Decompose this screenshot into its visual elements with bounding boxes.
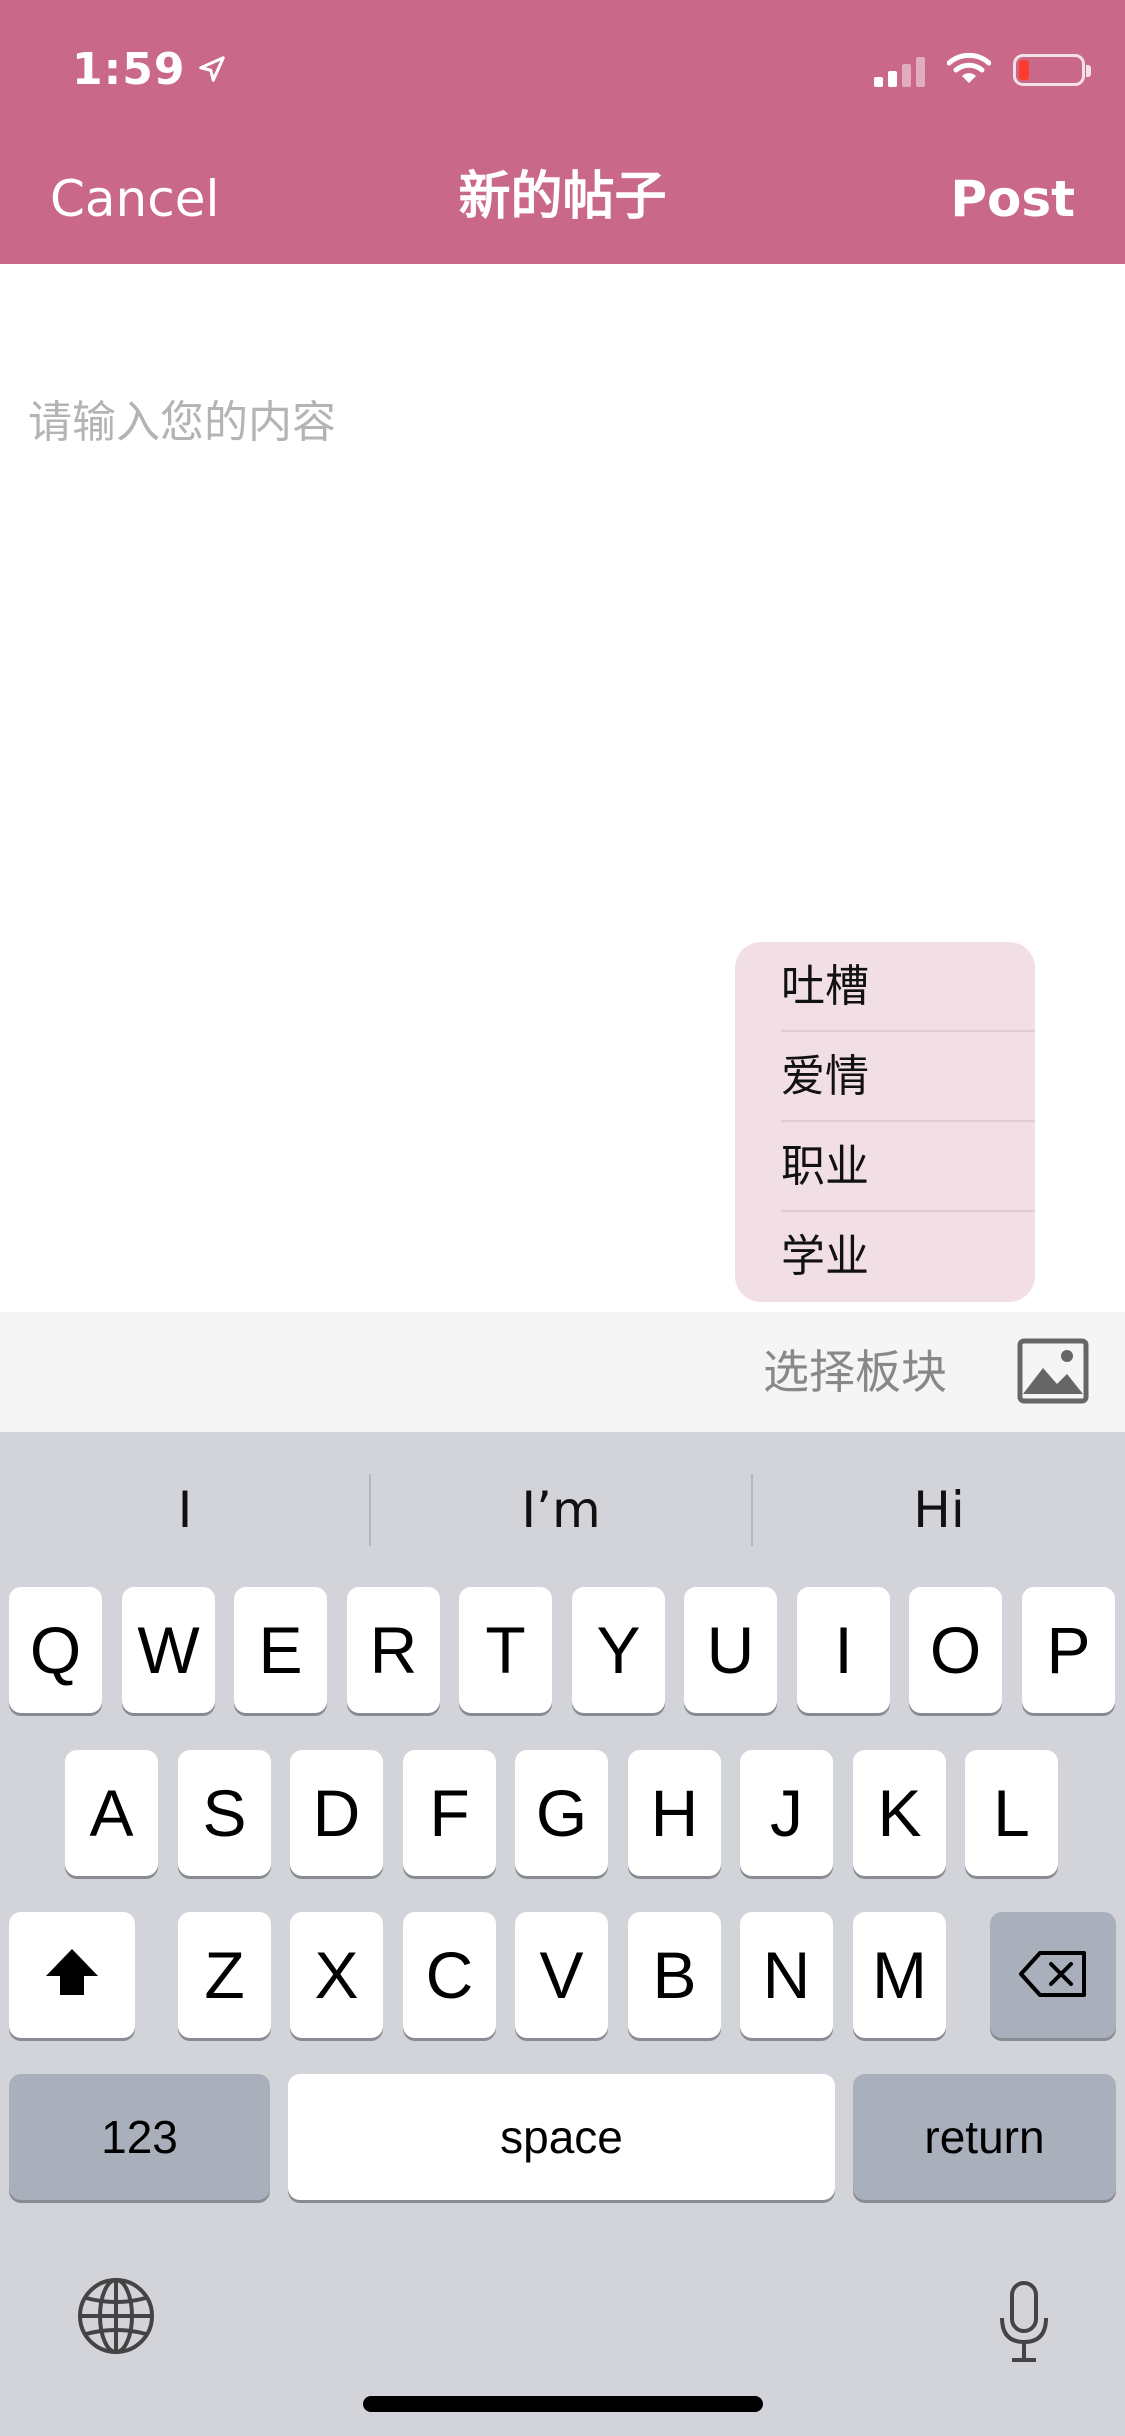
backspace-icon: [1018, 1937, 1088, 2013]
image-icon[interactable]: [1017, 1338, 1089, 1404]
location-arrow-icon: [197, 40, 227, 100]
key-o[interactable]: O: [909, 1587, 1002, 1713]
menu-item-career[interactable]: 职业: [781, 1122, 1035, 1212]
key-p[interactable]: P: [1022, 1587, 1115, 1713]
backspace-key[interactable]: [990, 1912, 1116, 2038]
key-x[interactable]: X: [290, 1912, 383, 2038]
suggestion-bar: I I’m Hi: [0, 1432, 1125, 1588]
key-r[interactable]: R: [347, 1587, 440, 1713]
editor-toolbar: 选择板块: [0, 1312, 1125, 1432]
key-a[interactable]: A: [65, 1750, 158, 1876]
menu-item-love[interactable]: 爱情: [781, 1032, 1035, 1122]
content-input[interactable]: [28, 382, 1088, 462]
key-d[interactable]: D: [290, 1750, 383, 1876]
shift-icon: [43, 1937, 101, 2013]
key-i[interactable]: I: [797, 1587, 890, 1713]
numbers-key[interactable]: 123: [9, 2074, 270, 2200]
key-z[interactable]: Z: [178, 1912, 271, 2038]
suggestion-2[interactable]: I’m: [371, 1432, 751, 1588]
battery-level: [1019, 60, 1029, 80]
cellular-signal-icon: [874, 53, 925, 87]
key-s[interactable]: S: [178, 1750, 271, 1876]
nav-header: 1:59 Cancel 新的帖子 Post: [0, 0, 1125, 264]
suggestion-1[interactable]: I: [0, 1432, 370, 1588]
microphone-icon[interactable]: [996, 2280, 1052, 2364]
status-time: 1:59: [72, 40, 227, 100]
space-key[interactable]: space: [288, 2074, 835, 2200]
key-b[interactable]: B: [628, 1912, 721, 2038]
key-v[interactable]: V: [515, 1912, 608, 2038]
key-u[interactable]: U: [684, 1587, 777, 1713]
post-button[interactable]: Post: [950, 164, 1075, 234]
section-dropdown-menu: 吐槽 爱情 职业 学业: [735, 942, 1035, 1302]
key-l[interactable]: L: [965, 1750, 1058, 1876]
menu-item-tucao[interactable]: 吐槽: [781, 942, 1035, 1032]
key-e[interactable]: E: [234, 1587, 327, 1713]
battery-low-icon: [1013, 54, 1091, 86]
status-icons: [874, 48, 1091, 92]
key-w[interactable]: W: [122, 1587, 215, 1713]
key-t[interactable]: T: [459, 1587, 552, 1713]
shift-key[interactable]: [9, 1912, 135, 2038]
return-key[interactable]: return: [853, 2074, 1116, 2200]
key-c[interactable]: C: [403, 1912, 496, 2038]
key-h[interactable]: H: [628, 1750, 721, 1876]
key-k[interactable]: K: [853, 1750, 946, 1876]
status-time-text: 1:59: [72, 44, 186, 95]
select-section-button[interactable]: 选择板块: [763, 1312, 947, 1432]
wifi-icon: [946, 51, 992, 89]
key-n[interactable]: N: [740, 1912, 833, 2038]
key-j[interactable]: J: [740, 1750, 833, 1876]
key-q[interactable]: Q: [9, 1587, 102, 1713]
suggestion-3[interactable]: Hi: [753, 1432, 1125, 1588]
globe-icon[interactable]: [76, 2276, 156, 2356]
key-y[interactable]: Y: [572, 1587, 665, 1713]
home-indicator[interactable]: [363, 2396, 763, 2412]
menu-item-study[interactable]: 学业: [781, 1212, 1035, 1302]
key-f[interactable]: F: [403, 1750, 496, 1876]
key-m[interactable]: M: [853, 1912, 946, 2038]
key-g[interactable]: G: [515, 1750, 608, 1876]
